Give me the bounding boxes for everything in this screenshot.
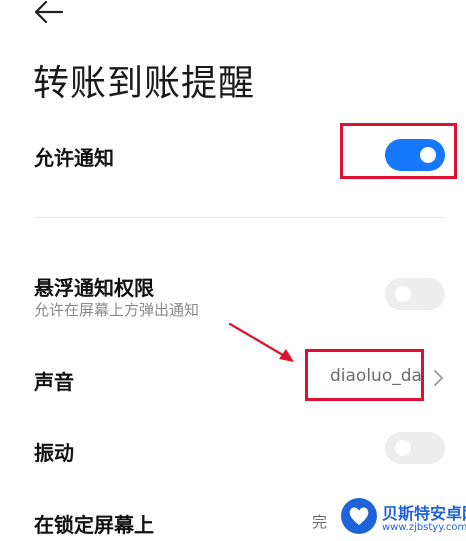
page-title: 转账到账提醒 — [33, 63, 256, 104]
highlight-box-sound — [305, 349, 424, 401]
floating-notifications-toggle[interactable] — [385, 278, 445, 310]
allow-notifications-label: 允许通知 — [34, 146, 114, 170]
annotation-arrow — [228, 322, 294, 362]
chevron-right-icon — [434, 370, 443, 386]
lock-screen-label: 在锁定屏幕上 — [34, 513, 154, 537]
sound-label: 声音 — [34, 370, 74, 394]
toggle-knob — [395, 440, 411, 456]
section-divider — [34, 217, 444, 218]
watermark-url: www.zjbstyy.com — [382, 522, 466, 533]
highlight-box-toggle — [340, 123, 457, 179]
floating-notifications-subtitle: 允许在屏幕上方弹出通知 — [34, 301, 200, 319]
sound-chevron[interactable] — [432, 367, 446, 389]
watermark-name: 贝斯特安卓网 — [382, 504, 466, 523]
watermark: 贝斯特安卓网 www.zjbstyy.com — [336, 494, 466, 541]
vibration-label: 振动 — [34, 441, 74, 465]
back-button[interactable] — [32, 0, 72, 28]
heart-logo-icon — [341, 498, 377, 534]
lock-screen-value[interactable]: 完 — [312, 511, 327, 532]
toggle-knob — [395, 286, 411, 302]
vibration-toggle[interactable] — [385, 432, 445, 464]
floating-notifications-label: 悬浮通知权限 — [34, 276, 154, 300]
arrow-left-icon — [34, 0, 64, 24]
